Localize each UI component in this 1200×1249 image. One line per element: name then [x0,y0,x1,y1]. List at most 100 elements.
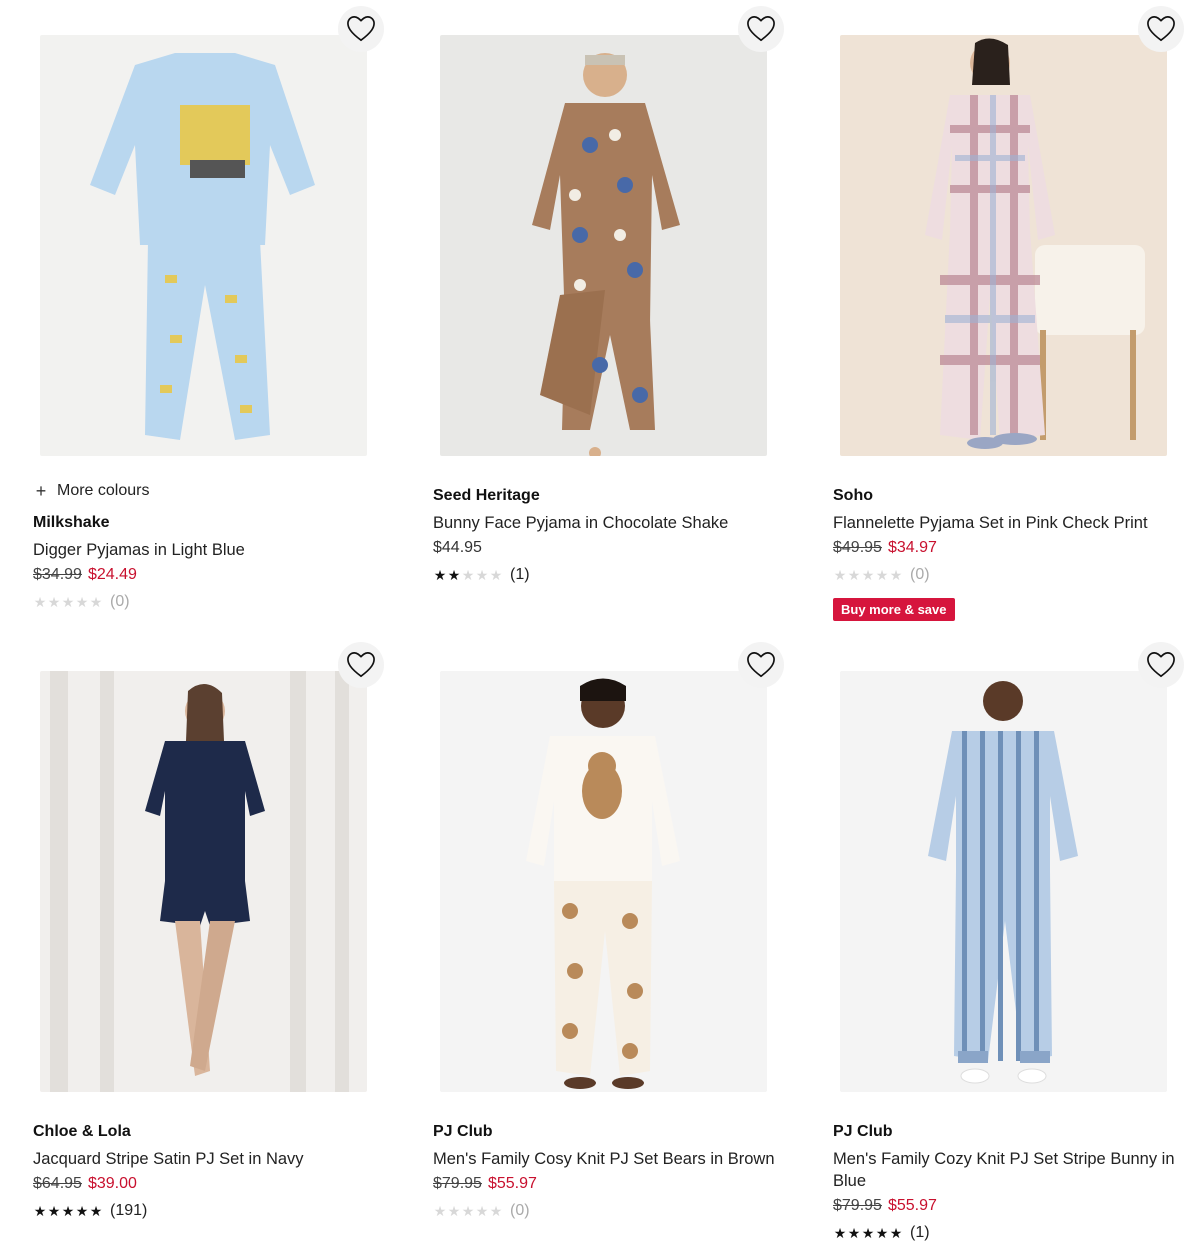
plus-icon: + [35,481,47,501]
product-brand: PJ Club [833,1123,893,1140]
sale-price: $24.49 [87,566,137,583]
original-price: $64.95 [33,1175,82,1192]
product-title[interactable]: Digger Pyjamas in Light Blue [33,539,403,561]
product-title[interactable]: Jacquard Stripe Satin PJ Set in Navy [33,1148,403,1170]
star-icon: ★ [489,1203,503,1219]
sale-price: $34.97 [887,539,937,556]
product-image[interactable] [40,671,367,1092]
more-colours-link[interactable]: + More colours [33,480,403,502]
star-icon: ★ [833,567,847,583]
product-title[interactable]: Flannelette Pyjama Set in Pink Check Pri… [833,512,1200,534]
product-price: $79.95 $55.97 [433,1173,803,1195]
star-icon: ★ [447,567,461,583]
wishlist-button[interactable] [738,642,784,688]
star-icon: ★ [33,1203,47,1219]
product-grid: + More colours Milkshake Digger Pyjamas … [0,0,1200,1249]
heart-icon [347,652,375,678]
sale-price: $55.97 [487,1175,537,1192]
star-icon: ★ [489,567,503,583]
star-rating: ★ ★ ★ ★ ★ [433,1204,503,1218]
product-title[interactable]: Men's Family Cosy Knit PJ Set Bears in B… [433,1148,803,1170]
star-icon: ★ [433,567,447,583]
star-icon: ★ [889,567,903,583]
wishlist-button[interactable] [738,6,784,52]
original-price: $34.99 [33,566,82,583]
heart-icon [747,652,775,678]
star-icon: ★ [861,1225,875,1241]
star-rating: ★ ★ ★ ★ ★ [833,1226,903,1240]
product-rating[interactable]: ★ ★ ★ ★ ★ (1) [433,564,803,586]
star-icon: ★ [461,567,475,583]
star-icon: ★ [89,1203,103,1219]
product-brand: Soho [833,487,873,504]
product-brand: Milkshake [33,514,110,531]
review-count: (191) [110,1202,148,1219]
sale-price: $55.97 [887,1197,937,1214]
star-rating: ★ ★ ★ ★ ★ [433,568,503,582]
wishlist-button[interactable] [338,642,384,688]
star-icon: ★ [47,1203,61,1219]
product-rating[interactable]: ★ ★ ★ ★ ★ (1) [833,1222,1200,1244]
product-rating[interactable]: ★ ★ ★ ★ ★ (0) [433,1200,803,1222]
star-rating: ★ ★ ★ ★ ★ [33,595,103,609]
star-icon: ★ [75,1203,89,1219]
heart-icon [347,16,375,42]
promo-badge[interactable]: Buy more & save [833,598,955,621]
product-brand: Seed Heritage [433,487,540,504]
star-icon: ★ [33,594,47,610]
product-image[interactable] [840,671,1167,1092]
original-price: $49.95 [833,539,882,556]
star-icon: ★ [875,567,889,583]
more-colours-label: More colours [57,482,150,499]
heart-icon [1147,652,1175,678]
review-count: (1) [510,566,530,583]
product-rating[interactable]: ★ ★ ★ ★ ★ (0) [833,564,1200,586]
product-price: $44.95 [433,537,803,559]
product-image[interactable] [440,35,767,456]
sale-price: $39.00 [87,1175,137,1192]
product-price: $64.95 $39.00 [33,1173,403,1195]
product-price: $34.99 $24.49 [33,564,403,586]
heart-icon [747,16,775,42]
review-count: (0) [110,593,130,610]
regular-price: $44.95 [433,539,482,556]
wishlist-button[interactable] [1138,6,1184,52]
review-count: (1) [910,1224,930,1241]
star-rating: ★ ★ ★ ★ ★ [833,568,903,582]
product-rating[interactable]: ★ ★ ★ ★ ★ (0) [33,591,403,613]
product-price: $49.95 $34.97 [833,537,1200,559]
product-image[interactable] [40,35,367,456]
star-icon: ★ [447,1203,461,1219]
star-icon: ★ [461,1203,475,1219]
star-icon: ★ [433,1203,447,1219]
wishlist-button[interactable] [1138,642,1184,688]
original-price: $79.95 [833,1197,882,1214]
star-icon: ★ [475,1203,489,1219]
product-title[interactable]: Men's Family Cozy Knit PJ Set Stripe Bun… [833,1148,1200,1192]
star-icon: ★ [847,567,861,583]
product-image[interactable] [840,35,1167,456]
wishlist-button[interactable] [338,6,384,52]
product-rating[interactable]: ★ ★ ★ ★ ★ (191) [33,1200,403,1222]
star-icon: ★ [889,1225,903,1241]
star-icon: ★ [75,594,89,610]
star-icon: ★ [861,567,875,583]
star-icon: ★ [61,594,75,610]
star-icon: ★ [875,1225,889,1241]
star-icon: ★ [833,1225,847,1241]
product-price: $79.95 $55.97 [833,1195,1200,1217]
review-count: (0) [510,1202,530,1219]
star-icon: ★ [847,1225,861,1241]
star-icon: ★ [61,1203,75,1219]
product-brand: PJ Club [433,1123,493,1140]
review-count: (0) [910,566,930,583]
star-icon: ★ [89,594,103,610]
product-title[interactable]: Bunny Face Pyjama in Chocolate Shake [433,512,803,534]
product-brand: Chloe & Lola [33,1123,131,1140]
heart-icon [1147,16,1175,42]
product-image[interactable] [440,671,767,1092]
star-rating: ★ ★ ★ ★ ★ [33,1204,103,1218]
star-icon: ★ [475,567,489,583]
star-icon: ★ [47,594,61,610]
original-price: $79.95 [433,1175,482,1192]
